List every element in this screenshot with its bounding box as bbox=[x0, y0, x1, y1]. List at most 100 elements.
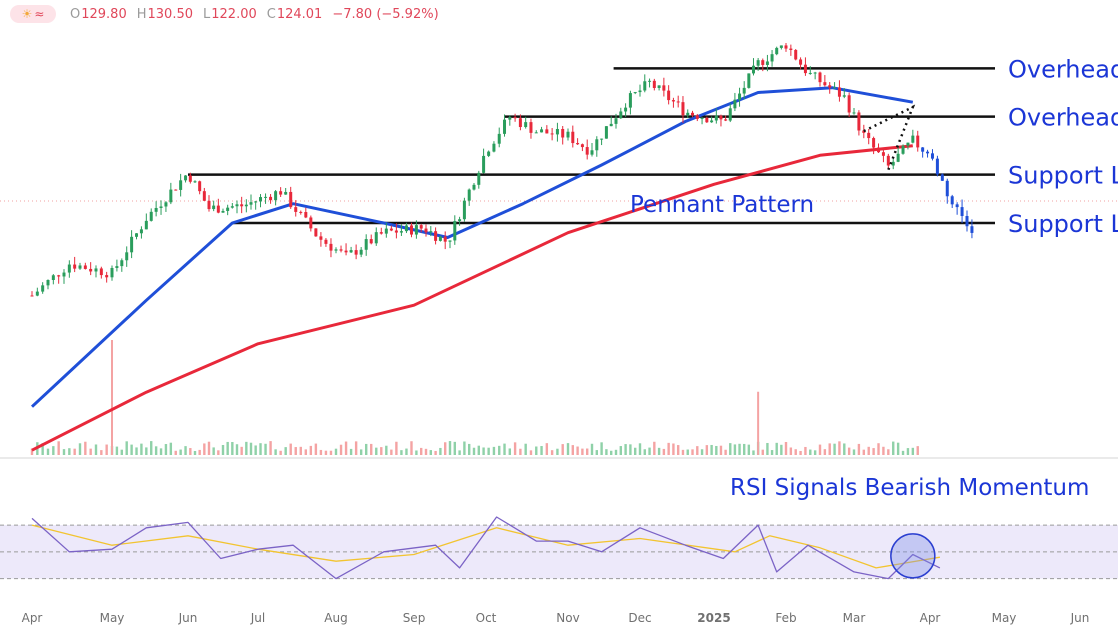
candle-body bbox=[159, 206, 163, 208]
candle-body bbox=[738, 93, 742, 100]
volume-bar bbox=[453, 441, 456, 455]
volume-bar bbox=[545, 443, 549, 455]
candle-body bbox=[691, 112, 695, 116]
volume-bar bbox=[193, 450, 197, 455]
candle-body bbox=[235, 204, 239, 207]
candle-body bbox=[274, 191, 278, 201]
volume-bar bbox=[375, 447, 378, 455]
candle-body bbox=[524, 122, 528, 128]
candle-body bbox=[364, 239, 368, 250]
x-tick-label: Jun bbox=[178, 611, 198, 625]
volume-bar bbox=[487, 447, 490, 455]
candle-body bbox=[728, 108, 732, 121]
candle-body bbox=[78, 265, 82, 269]
rsi-band bbox=[0, 525, 1118, 579]
volume-bar bbox=[364, 443, 368, 455]
candle-body bbox=[230, 206, 234, 208]
volume-bar bbox=[174, 450, 177, 455]
candle-body bbox=[294, 207, 298, 212]
candle-body bbox=[324, 239, 328, 244]
volume-bar bbox=[249, 442, 253, 455]
candle-body bbox=[926, 151, 930, 154]
volume-bar bbox=[415, 450, 418, 455]
candle-body bbox=[633, 92, 637, 94]
volume-bar bbox=[733, 444, 737, 455]
volume-bar bbox=[867, 446, 870, 455]
candle-body bbox=[960, 207, 964, 217]
candle-body bbox=[906, 142, 910, 146]
volume-bar bbox=[571, 445, 574, 455]
candle-body bbox=[945, 180, 949, 197]
candle-body bbox=[911, 135, 915, 143]
candle-body bbox=[329, 243, 333, 251]
candle-body bbox=[779, 45, 783, 48]
candle-body bbox=[477, 172, 481, 185]
volume-bar bbox=[638, 443, 642, 455]
volume-bar bbox=[610, 450, 613, 455]
volume-bar bbox=[705, 445, 709, 455]
candle-body bbox=[628, 93, 632, 108]
volume-bar bbox=[115, 446, 119, 455]
volume-bar bbox=[770, 450, 774, 455]
candle-body bbox=[83, 265, 87, 269]
volume-bar bbox=[799, 450, 802, 455]
candle-body bbox=[458, 219, 462, 222]
candle-body bbox=[886, 155, 890, 166]
volume-bar bbox=[877, 443, 880, 455]
volume-bar bbox=[299, 446, 302, 455]
x-tick-label: Oct bbox=[476, 611, 497, 625]
candle-body bbox=[67, 264, 71, 273]
price-chart[interactable]: Overhead Resistance Overhead Resistance Su… bbox=[0, 0, 1118, 628]
volume-bar bbox=[590, 443, 594, 455]
candle-body bbox=[453, 221, 457, 241]
candle-body bbox=[513, 117, 517, 119]
volume-bar bbox=[198, 449, 201, 455]
volume-bar bbox=[667, 442, 670, 455]
candle-body bbox=[828, 85, 832, 88]
volume-bar bbox=[614, 449, 618, 455]
candle-body bbox=[775, 47, 779, 55]
candle-body bbox=[221, 210, 225, 213]
volume-bar bbox=[719, 445, 723, 455]
volume-bar bbox=[813, 450, 817, 455]
volume-bar bbox=[710, 444, 713, 455]
volume-bar bbox=[715, 445, 718, 455]
volume-bar bbox=[780, 444, 783, 455]
volume-bar bbox=[752, 450, 755, 455]
volume-bar bbox=[887, 449, 890, 455]
candle-body bbox=[724, 119, 728, 121]
candle-body bbox=[719, 115, 723, 120]
volume-bar bbox=[550, 450, 554, 455]
x-tick-label: Nov bbox=[556, 611, 579, 625]
candle-body bbox=[891, 161, 895, 166]
volume-bar bbox=[94, 444, 98, 455]
candle-body bbox=[657, 85, 661, 88]
volume-bar bbox=[68, 448, 71, 455]
volume-bar bbox=[410, 441, 413, 455]
volume-bar bbox=[784, 441, 788, 455]
volume-bar bbox=[681, 449, 685, 455]
volume-bar bbox=[354, 441, 358, 455]
volume-bar bbox=[700, 449, 704, 455]
volume-bar bbox=[738, 443, 741, 455]
volume-bar bbox=[498, 445, 501, 455]
candle-body bbox=[813, 72, 817, 74]
volume-bar bbox=[657, 447, 661, 455]
x-tick-label: May bbox=[992, 611, 1017, 625]
volume-bar bbox=[729, 443, 732, 455]
x-tick-label: Apr bbox=[920, 611, 941, 625]
volume-bar bbox=[57, 441, 60, 455]
candle-body bbox=[901, 145, 905, 154]
volume-bar bbox=[46, 448, 50, 455]
candle-body bbox=[139, 229, 143, 234]
candle-body bbox=[384, 228, 388, 234]
volume-bar bbox=[906, 448, 910, 455]
grid bbox=[0, 200, 1118, 459]
volume-bar bbox=[245, 441, 248, 455]
ma50-line bbox=[30, 86, 914, 408]
candle-body bbox=[130, 236, 134, 253]
candle-body bbox=[299, 211, 303, 213]
candle-body bbox=[51, 275, 55, 281]
candle-body bbox=[695, 115, 699, 119]
candle-body bbox=[852, 112, 856, 114]
